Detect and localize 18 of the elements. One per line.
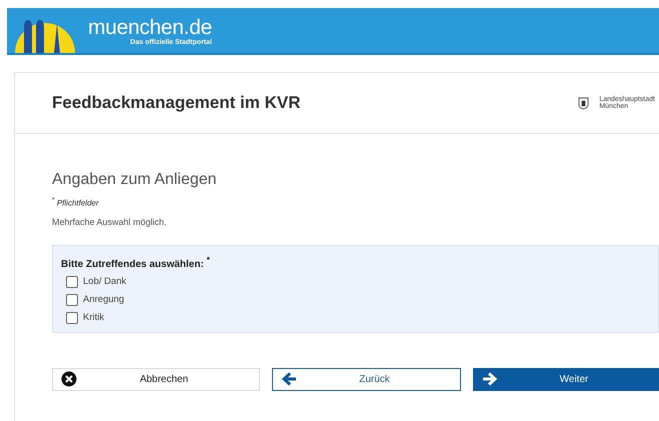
checkbox[interactable] [66,294,78,306]
group-legend: Bitte Zutreffendes auswählen: $^{*}$ [61,258,210,270]
close-icon [61,371,77,388]
back-button[interactable]: Zurück [272,368,461,391]
next-button[interactable]: Weiter [473,368,659,391]
required-note: $^{*}$ Pflichtfelder [52,197,100,208]
option-label[interactable]: Lob/ Dank [83,276,126,288]
section-heading: Angaben zum Anliegen [52,170,218,190]
arrow-left-icon [281,371,297,388]
option-label[interactable]: Anregung [83,294,124,306]
checkbox[interactable] [66,276,78,288]
option-label[interactable]: Kritik [83,312,104,324]
crest-icon [578,96,590,110]
arrow-right-icon [482,371,498,388]
checkbox[interactable] [66,312,78,324]
hint-text: Mehrfache Auswahl möglich. [52,216,168,227]
cancel-button[interactable]: Abbrechen [52,368,260,391]
page-title: Feedbackmanagement im KVR [52,93,300,113]
